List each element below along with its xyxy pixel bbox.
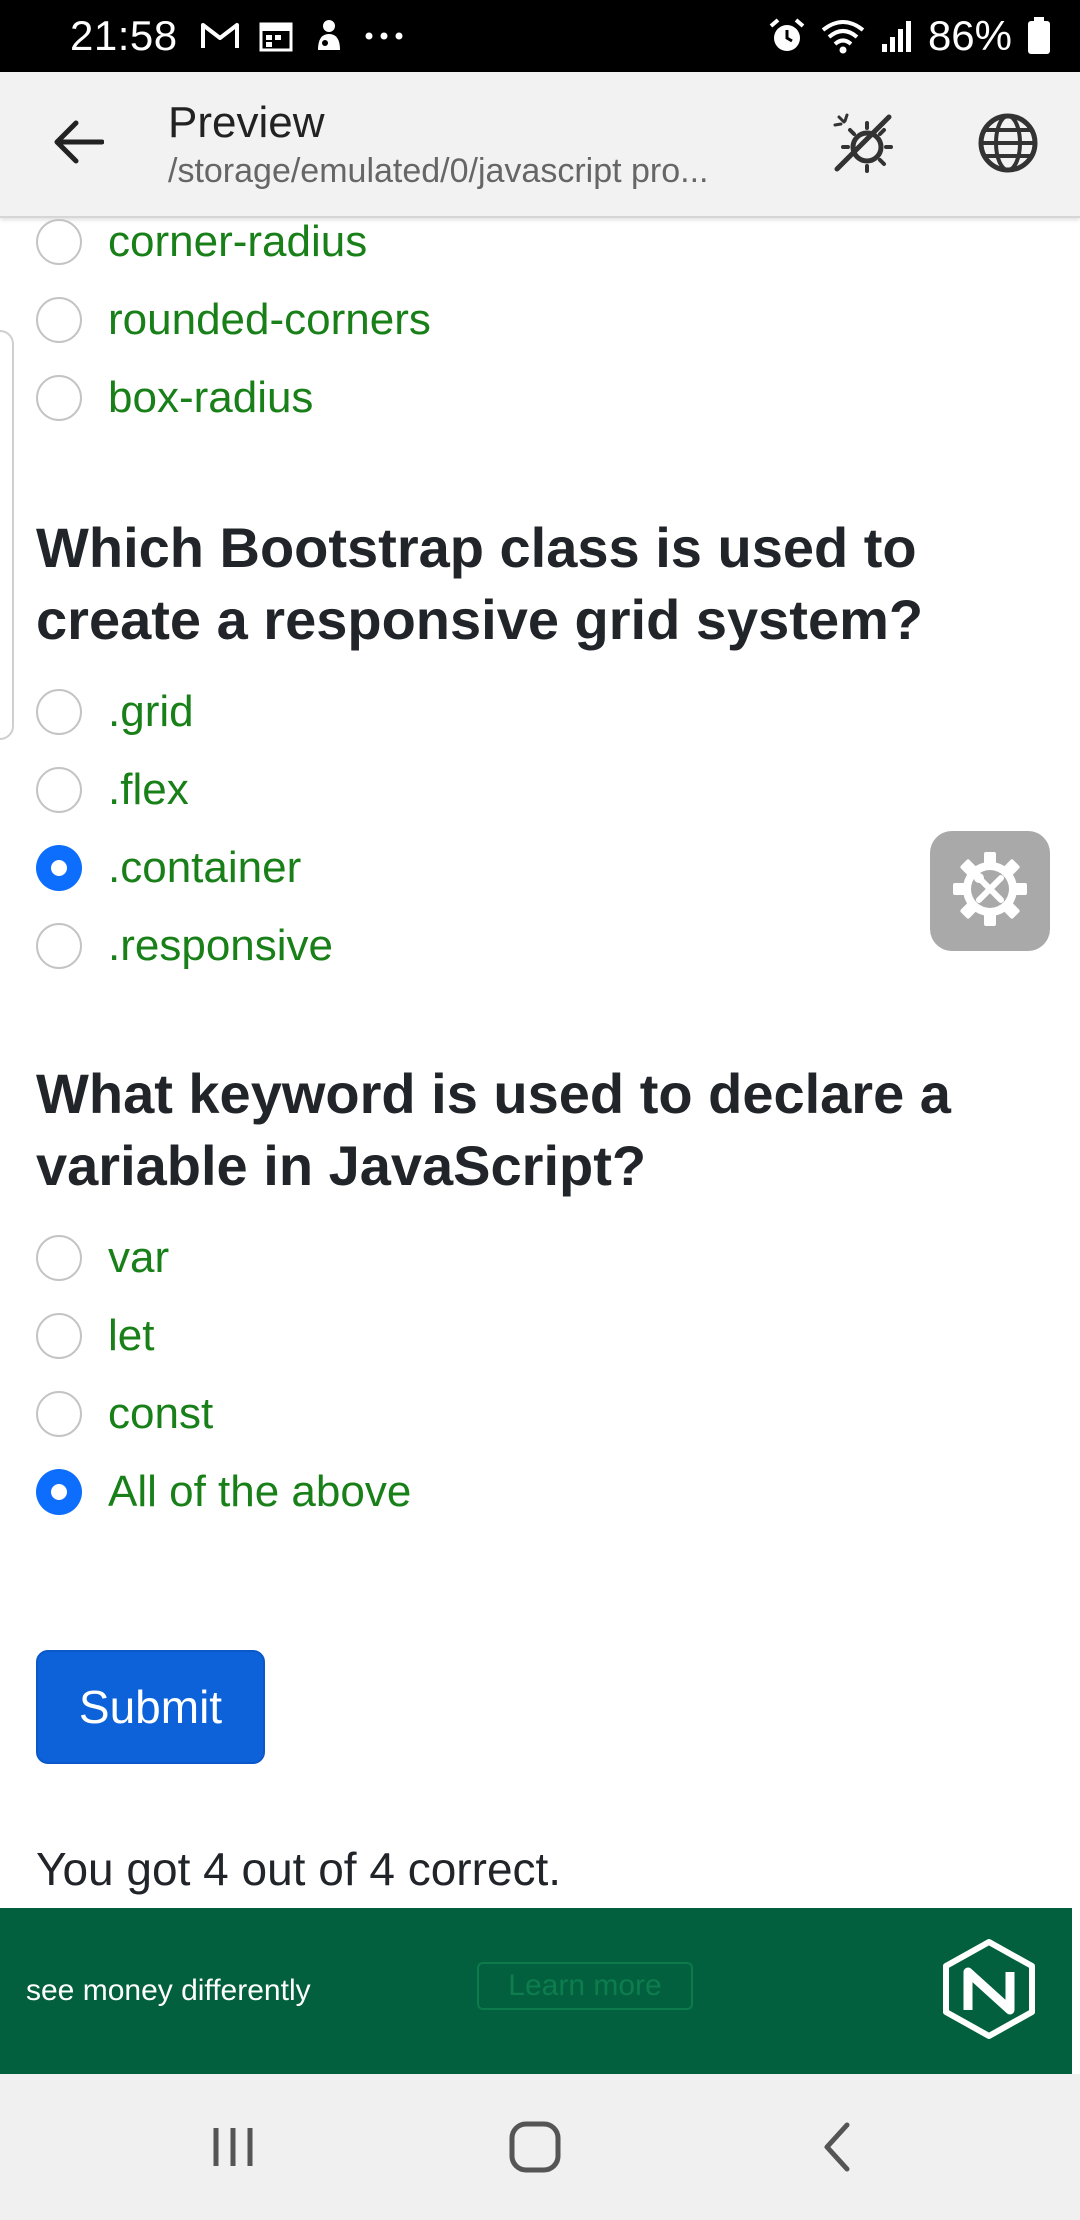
radio-button[interactable]	[36, 1313, 82, 1359]
home-button[interactable]	[490, 2104, 580, 2194]
status-time: 21:58	[70, 12, 178, 59]
radio-button[interactable]	[36, 219, 82, 265]
radio-button[interactable]	[36, 689, 82, 735]
quiz-result: You got 4 out of 4 correct.	[36, 1843, 562, 1895]
option-label: .grid	[108, 687, 194, 736]
recent-apps-icon	[208, 2122, 258, 2177]
app-bar: Preview /storage/emulated/0/javascript p…	[0, 72, 1080, 218]
option-const[interactable]: const	[36, 1384, 213, 1444]
question-bootstrap-grid: Which Bootstrap class is used to create …	[36, 516, 924, 651]
battery-percent: 86%	[927, 12, 1012, 59]
option-label: .container	[108, 843, 302, 892]
arrow-back-icon	[52, 119, 105, 170]
tools-floating-button[interactable]	[930, 831, 1050, 951]
option-flex[interactable]: .flex	[36, 760, 189, 820]
option-var[interactable]: var	[36, 1228, 169, 1288]
radio-button[interactable]	[36, 297, 82, 343]
radio-button[interactable]	[36, 767, 82, 813]
home-icon	[507, 2119, 563, 2180]
ad-learn-more-button[interactable]: Learn more	[477, 1962, 693, 2010]
quiz-content: corner-radius rounded-corners box-radius…	[0, 218, 1080, 1908]
option-label: .flex	[108, 765, 189, 814]
browser-button[interactable]	[968, 105, 1048, 185]
question-js-variable: What keyword is used to declare a variab…	[36, 1062, 951, 1197]
gmail-icon	[200, 21, 240, 51]
radio-button[interactable]	[36, 375, 82, 421]
option-all-of-the-above[interactable]: All of the above	[36, 1462, 411, 1522]
calendar-icon	[258, 18, 294, 54]
submit-button[interactable]: Submit	[36, 1650, 265, 1764]
more-icon	[364, 31, 404, 41]
option-label: var	[108, 1233, 170, 1282]
page-title: Preview	[168, 98, 325, 147]
option-label: rounded-corners	[108, 295, 431, 344]
ad-tagline: see money differently	[26, 1974, 311, 2007]
battery-icon	[1026, 16, 1052, 56]
back-nav-button[interactable]	[792, 2104, 882, 2194]
option-grid[interactable]: .grid	[36, 682, 194, 742]
option-label: corner-radius	[108, 218, 368, 266]
settings-tools-icon	[949, 848, 1031, 935]
option-corner-radius[interactable]: corner-radius	[36, 218, 367, 272]
radio-button-selected[interactable]	[36, 1469, 82, 1515]
system-nav-bar	[0, 2074, 1080, 2220]
option-rounded-corners[interactable]: rounded-corners	[36, 290, 431, 350]
recent-apps-button[interactable]	[188, 2104, 278, 2194]
chevron-left-icon	[817, 2119, 857, 2180]
wifi-icon	[820, 18, 866, 54]
status-bar: 21:58 86%	[0, 0, 1080, 72]
file-path: /storage/emulated/0/javascript pro...	[168, 152, 709, 190]
option-container[interactable]: .container	[36, 838, 301, 898]
option-let[interactable]: let	[36, 1306, 154, 1366]
option-label: let	[108, 1311, 155, 1360]
option-label: box-radius	[108, 373, 314, 422]
globe-icon	[977, 112, 1039, 179]
radio-button-selected[interactable]	[36, 845, 82, 891]
night-mode-icon	[831, 111, 895, 180]
radio-button[interactable]	[36, 1235, 82, 1281]
option-label: .responsive	[108, 921, 334, 970]
signal-icon	[880, 18, 914, 54]
notification-icon	[312, 18, 346, 54]
brand-logo-icon	[938, 1938, 1040, 2040]
option-box-radius[interactable]: box-radius	[36, 368, 313, 428]
alarm-icon	[768, 17, 806, 55]
ad-banner[interactable]: see money differently Learn more	[0, 1908, 1072, 2074]
back-button[interactable]	[38, 104, 118, 184]
radio-button[interactable]	[36, 923, 82, 969]
option-responsive[interactable]: .responsive	[36, 916, 333, 976]
night-mode-button[interactable]	[823, 105, 903, 185]
option-label: All of the above	[108, 1467, 412, 1516]
radio-button[interactable]	[36, 1391, 82, 1437]
edge-panel-handle[interactable]	[0, 330, 14, 740]
option-label: const	[108, 1389, 214, 1438]
